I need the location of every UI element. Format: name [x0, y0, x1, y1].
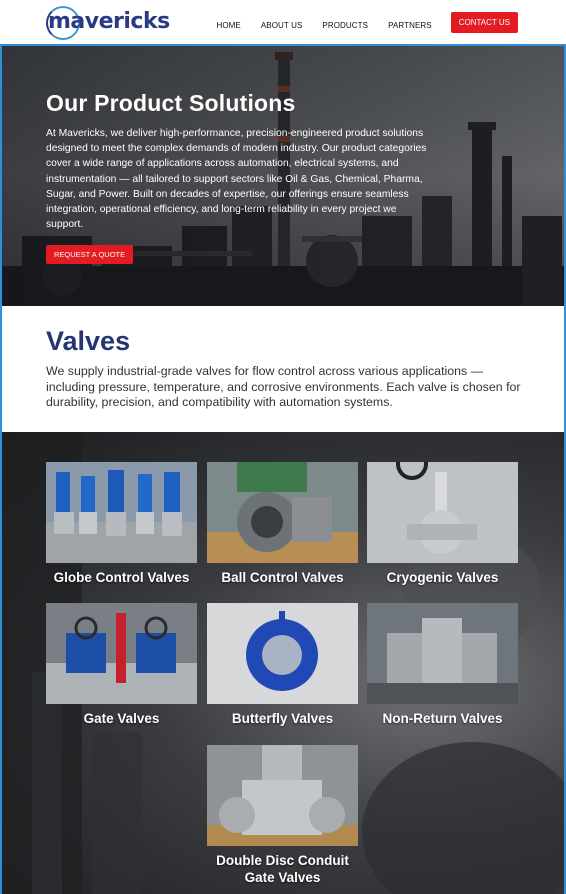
product-title: Gate Valves — [83, 711, 160, 726]
product-title: Globe Control Valves — [53, 570, 190, 585]
nav-partners[interactable]: PARTNERS — [388, 15, 432, 30]
non-return-valve-photo — [367, 603, 518, 704]
gate-valve-photo — [46, 603, 197, 704]
cryogenic-valve-photo — [367, 462, 518, 563]
product-title: Non-Return Valves — [382, 711, 503, 726]
hero-banner: Our Product Solutions At Mavericks, we d… — [2, 46, 564, 306]
product-card-double-disc-conduit[interactable]: Double Disc Conduit Gate Valves — [207, 745, 358, 886]
hero-description: At Mavericks, we deliver high-performanc… — [46, 128, 427, 231]
ball-valve-photo — [207, 462, 358, 563]
product-card-ball-control[interactable]: Ball Control Valves — [207, 462, 358, 586]
product-card-butterfly[interactable]: Butterfly Valves — [207, 603, 358, 727]
product-card-gate[interactable]: Gate Valves — [46, 603, 197, 727]
request-quote-button[interactable]: REQUEST A QUOTE — [46, 245, 134, 264]
main-nav: HOME ABOUT US PRODUCTS PARTNERS CONTACT … — [196, 12, 518, 33]
nav-about-us[interactable]: ABOUT US — [261, 15, 303, 30]
butterfly-valve-photo — [207, 603, 358, 704]
hero-title: Our Product Solutions — [46, 90, 296, 116]
product-card-cryogenic[interactable]: Cryogenic Valves — [367, 462, 518, 586]
site-header: mavericks HOME ABOUT US PRODUCTS PARTNER… — [0, 0, 566, 45]
product-title: Ball Control Valves — [221, 570, 344, 585]
double-disc-valve-photo — [207, 745, 358, 846]
product-title: Butterfly Valves — [231, 711, 334, 726]
valves-heading: Valves — [46, 326, 131, 356]
nav-home[interactable]: HOME — [216, 15, 240, 30]
product-card-non-return[interactable]: Non-Return Valves — [367, 603, 518, 727]
product-title: Cryogenic Valves — [386, 570, 499, 585]
valves-intro-section: Valves We supply industrial-grade valves… — [2, 306, 564, 432]
logo-text: mavericks — [48, 9, 170, 34]
nav-products[interactable]: PRODUCTS — [322, 15, 368, 30]
valves-description: We supply industrial-grade valves for fl… — [46, 364, 521, 409]
product-card-globe-control[interactable]: Globe Control Valves — [46, 462, 197, 586]
mavericks-logo[interactable]: mavericks — [46, 5, 170, 41]
globe-valve-photo — [46, 462, 197, 563]
contact-us-button[interactable]: CONTACT US — [450, 12, 518, 33]
product-title: Double Disc Conduit Gate Valves — [216, 853, 349, 885]
valves-product-grid: Globe Control Valves Ball Control Valves… — [2, 432, 564, 894]
